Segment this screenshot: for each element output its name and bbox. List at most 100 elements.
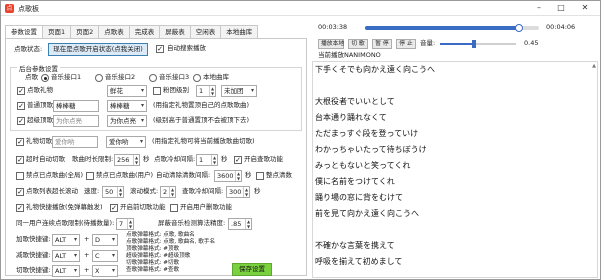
stepper-arrows-icon[interactable]: ▲ ▼ <box>127 219 133 229</box>
stepper-arrows-icon[interactable]: ▲ ▼ <box>117 187 123 197</box>
current-time: 00:03:38 <box>318 23 348 31</box>
stepper-arrows-icon[interactable]: ▲ ▼ <box>133 155 139 165</box>
cooldown-stepper[interactable]: 1 ▲ ▼ <box>196 154 218 166</box>
cut-hotkey-modifier[interactable]: ALT <box>52 265 80 277</box>
progress-handle[interactable] <box>515 24 524 32</box>
super-top-select[interactable]: 为你点亮 <box>107 115 147 127</box>
stepper-arrows-icon[interactable]: ▲ ▼ <box>245 219 251 229</box>
cut-hotkey-key[interactable]: X <box>92 265 118 277</box>
source-radio-local[interactable] <box>193 74 201 82</box>
minimize-icon[interactable]: – <box>531 2 547 14</box>
song-query-checkbox[interactable]: ✓ <box>234 156 242 164</box>
volume-value: 0.45 <box>524 39 539 47</box>
user-delete-checkbox[interactable] <box>170 204 178 212</box>
stepper-arrows-icon[interactable]: ▲ ▼ <box>243 187 249 197</box>
close-icon[interactable]: ✕ <box>577 2 593 14</box>
scroll-mode-label: 滚动模式: <box>130 187 159 195</box>
format-note: 超级弹幕格式: #超级顶歌 <box>126 253 191 259</box>
window-title: 点歌板 <box>18 5 39 13</box>
fan-level-stepper[interactable]: 1 ▲ ▼ <box>196 85 216 97</box>
gift-quick-play-checkbox[interactable]: ✓ <box>16 204 24 212</box>
super-top-input[interactable]: 为你点亮 <box>53 115 99 127</box>
gift-cut-select[interactable]: 爱你哟 <box>106 136 146 148</box>
timed-cut-checkbox[interactable]: ✓ <box>16 156 24 164</box>
stop-button[interactable]: 停 止 <box>396 39 416 49</box>
source-label-1: 音乐接口1 <box>51 73 82 81</box>
maximize-icon[interactable]: □ <box>553 2 569 14</box>
tab-page1[interactable]: 页面1 <box>42 25 72 38</box>
add-hotkey-key[interactable]: D <box>92 234 118 246</box>
lyric-line: 呼吸を揃えて初めまして <box>315 257 403 266</box>
lyrics-panel[interactable]: ▲ 下手くそでも向かえ遠く向こうへ 大根役者でいいとして 台本通り踊れなくて た… <box>312 61 598 278</box>
user-limit-stepper[interactable]: 7 ▲ ▼ <box>116 218 134 230</box>
query-cooldown-stepper[interactable]: 300 ▲ ▼ <box>226 186 250 198</box>
tab-local-library[interactable]: 本地曲库 <box>220 25 259 38</box>
playback-progress-bar[interactable] <box>365 24 539 32</box>
hourly-clear-checkbox[interactable] <box>256 172 264 180</box>
pre-cut-label: 开启前切歌功能 <box>120 203 166 211</box>
auto-search-checkbox[interactable]: ✓ <box>156 45 164 53</box>
app-window: 点 点歌板 – □ ✕ 参数设置 页面1 页面2 点歌表 完成表 屏蔽表 空闲表… <box>0 0 601 280</box>
reduce-hotkey-modifier[interactable]: ALT <box>52 250 80 262</box>
super-top-checkbox[interactable]: ✓ <box>17 117 25 125</box>
gift-cut-checkbox[interactable]: ✓ <box>16 138 24 146</box>
stepper-arrows-icon[interactable]: ▲ ▼ <box>209 86 215 96</box>
super-top-note: (级别高于普通置顶不会被顶下去) <box>153 116 250 124</box>
tab-blocked-list[interactable]: 屏蔽表 <box>159 25 191 38</box>
reduce-hotkey-key[interactable]: C <box>92 250 118 262</box>
tab-settings[interactable]: 参数设置 <box>5 25 43 39</box>
tab-song-list[interactable]: 点歌表 <box>98 25 130 38</box>
toggle-status-button[interactable]: 现在是点歌开启状态(点我关闭) <box>48 43 148 56</box>
lyric-line: 僕に名前をつけてくれ <box>315 177 395 186</box>
lyric-line: わかっちゃいたって待ちぼうけ <box>315 145 427 154</box>
add-hotkey-modifier[interactable]: ALT <box>52 234 80 246</box>
cut-hotkey-label: 切歌快捷键: <box>16 266 51 274</box>
source-radio-3[interactable] <box>149 74 157 82</box>
cooldown-unit: 秒 <box>221 155 228 163</box>
normal-top-select[interactable]: 棒棒糖 <box>107 100 147 112</box>
clear-interval-stepper[interactable]: 3600 ▲ ▼ <box>214 170 242 182</box>
pre-cut-checkbox[interactable]: ✓ <box>110 204 118 212</box>
normal-top-input[interactable]: 棒棒糖 <box>53 100 99 112</box>
source-label-local: 本地曲库 <box>203 73 229 81</box>
scroll-up-icon[interactable]: ▲ <box>592 63 596 69</box>
lyric-line: 台本通り踊れなくて <box>315 113 387 122</box>
source-radio-2[interactable] <box>95 74 103 82</box>
save-settings-button[interactable]: 保存设置 <box>232 263 272 276</box>
scroll-mode-stepper[interactable]: 2 ▲ ▼ <box>160 186 176 198</box>
speed-stepper[interactable]: 50 ▲ ▼ <box>102 186 124 198</box>
pause-button[interactable]: 暂 停 <box>372 39 392 49</box>
tab-idle-list[interactable]: 空闲表 <box>189 25 222 38</box>
volume-handle[interactable] <box>472 40 477 48</box>
volume-slider[interactable] <box>440 40 516 48</box>
fan-level-checkbox[interactable] <box>153 87 161 95</box>
stepper-arrows-icon[interactable]: ▲ ▼ <box>169 187 175 197</box>
block-global-checkbox[interactable] <box>16 172 24 180</box>
fan-group-select[interactable]: 未加团 <box>221 85 257 97</box>
cut-song-button[interactable]: 切 歌 <box>348 39 368 49</box>
play-local-button[interactable]: 播放本地 <box>318 39 344 49</box>
reduce-hotkey-plus: + <box>84 251 90 259</box>
progress-fill <box>365 26 520 30</box>
format-note: 点歌弹幕格式: 点歌, 歌曲名, 歌手名 <box>126 239 216 245</box>
block-user-label: 禁点已点歌曲(用户) <box>96 171 154 179</box>
stepper-arrows-icon[interactable]: ▲ ▼ <box>235 171 241 181</box>
tab-finished-list[interactable]: 完成表 <box>128 25 161 38</box>
user-delete-label: 开启用户删歌功能 <box>180 203 232 211</box>
clear-interval-label: 清数间隔: <box>182 171 211 179</box>
stepper-arrows-icon[interactable]: ▲ ▼ <box>211 155 217 165</box>
gift-select[interactable]: 鲜花 <box>107 85 147 97</box>
add-hotkey-label: 加歌快捷键: <box>16 235 51 243</box>
duration-unit: 秒 <box>143 155 150 163</box>
tab-page2[interactable]: 页面2 <box>70 25 100 38</box>
gift-checkbox[interactable]: ✓ <box>17 87 25 95</box>
normal-top-checkbox[interactable]: ✓ <box>17 102 25 110</box>
gift-quick-play-label: 礼物快捷播放(免弹幕触发) <box>26 203 103 211</box>
duration-stepper[interactable]: 256 ▲ ▼ <box>114 154 140 166</box>
list-scroll-checkbox[interactable]: ✓ <box>16 188 24 196</box>
block-user-checkbox[interactable] <box>86 172 94 180</box>
source-radio-1[interactable] <box>41 74 49 82</box>
gift-cut-input[interactable]: 爱你哟 <box>52 136 98 148</box>
similarity-stepper[interactable]: .85 ▲ ▼ <box>228 218 252 230</box>
lyric-line: 踊り場の窓に背をむけて <box>315 193 403 202</box>
